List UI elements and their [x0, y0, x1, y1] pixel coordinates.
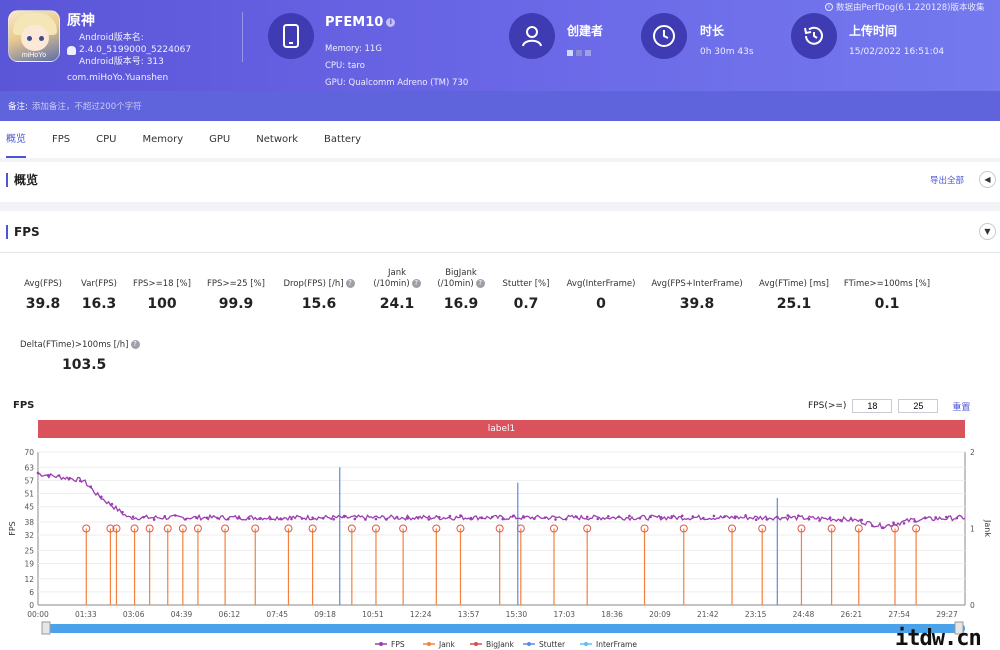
metric-stutter: Stutter [%] 0.7: [502, 279, 550, 312]
header-divider: [242, 12, 243, 62]
notes-bar: 备注: 添加备注，不超过200个字符: [0, 91, 1000, 121]
app-name: 原神: [67, 13, 95, 29]
duration-value: 0h 30m 43s: [700, 47, 754, 57]
tab-battery[interactable]: Battery: [324, 121, 361, 158]
tab-cpu[interactable]: CPU: [96, 121, 116, 158]
creator-title: 创建者: [567, 24, 604, 38]
notes-label: 备注:: [8, 102, 28, 112]
metric-bigjank: BigJank (/10min)? 16.9: [432, 268, 490, 312]
overview-title: 概览: [6, 173, 38, 187]
device-name: PFEM10 i: [325, 15, 396, 30]
android-icon: [67, 45, 76, 55]
upload-value: 15/02/2022 16:51:04: [849, 47, 945, 57]
device-cpu: CPU: taro: [325, 61, 365, 71]
package-name: com.miHoYo.Yuanshen: [67, 73, 169, 83]
metric-avg-interframe: Avg(InterFrame) 0: [566, 279, 636, 312]
metric-var-fps: Var(FPS) 16.3: [81, 279, 117, 312]
user-icon: [509, 13, 555, 59]
report-header: miHoYo 原神 Android版本名: 2.4.0_5199000_5224…: [0, 0, 1000, 91]
collapse-down-icon[interactable]: ▼: [979, 223, 996, 240]
app-icon-brand: miHoYo: [21, 52, 47, 59]
metric-drop-fps: Drop(FPS) [/h]? 15.6: [279, 279, 359, 312]
overview-section: 概览 导出全部 ◀: [0, 162, 1000, 202]
android-version-label: Android版本名:: [79, 33, 144, 43]
threshold-label: FPS(>=): [808, 401, 847, 411]
fps-section-title: FPS: [6, 225, 40, 239]
android-build: Android版本号: 313: [79, 57, 164, 67]
duration-title: 时长: [700, 24, 725, 38]
creator-value: [567, 50, 591, 56]
reset-button[interactable]: 重置: [952, 400, 970, 413]
help-icon[interactable]: ?: [411, 279, 421, 288]
metric-ftime-100: FTime>=100ms [%] 0.1: [843, 279, 931, 312]
android-info: Android版本名: 2.4.0_5199000_5224067 Androi…: [67, 32, 191, 68]
tab-fps[interactable]: FPS: [52, 121, 70, 158]
label-bar[interactable]: label1: [38, 420, 965, 438]
watermark: itdw.cn: [895, 626, 982, 650]
notes-input[interactable]: 添加备注，不超过200个字符: [32, 100, 142, 112]
device-gpu: GPU: Qualcomm Adreno (TM) 730: [325, 78, 469, 88]
tab-bar: 概览 FPS CPU Memory GPU Network Battery: [0, 121, 1000, 158]
tab-overview[interactable]: 概览: [6, 121, 26, 158]
metric-fps-18: FPS>=18 [%] 100: [133, 279, 191, 312]
threshold-input-1[interactable]: [852, 399, 893, 413]
metric-fps-25: FPS>=25 [%] 99.9: [207, 279, 265, 312]
device-meta: Memory: 11G CPU: taro GPU: Qualcomm Adre…: [325, 41, 468, 92]
metric-avg-fps-interframe: Avg(FPS+InterFrame) 39.8: [651, 279, 743, 312]
metric-delta-ftime: Delta(FTime)>100ms [/h]? 103.5: [20, 340, 142, 373]
device-memory: Memory: 11G: [325, 44, 382, 54]
fps-threshold: FPS(>=) 重置: [808, 399, 970, 413]
section-divider: [0, 252, 1000, 253]
metric-avg-fps: Avg(FPS) 39.8: [24, 279, 62, 312]
phone-icon: [268, 13, 314, 59]
info-circle-icon: i: [825, 3, 833, 11]
threshold-input-2[interactable]: [898, 399, 939, 413]
help-icon[interactable]: ?: [345, 279, 355, 288]
export-all-link[interactable]: 导出全部: [930, 174, 964, 186]
clock-icon: [641, 13, 687, 59]
chart-title: FPS: [13, 400, 35, 411]
source-note: i 数据由PerfDog(6.1.220128)版本收集: [825, 1, 984, 13]
history-icon: [791, 13, 837, 59]
help-icon[interactable]: ?: [475, 279, 485, 288]
tab-network[interactable]: Network: [256, 121, 298, 158]
tab-memory[interactable]: Memory: [142, 121, 183, 158]
upload-title: 上传时间: [849, 24, 898, 38]
metric-avg-ftime: Avg(FTime) [ms] 25.1: [759, 279, 829, 312]
tab-gpu[interactable]: GPU: [209, 121, 230, 158]
help-icon[interactable]: ?: [130, 340, 140, 349]
app-icon: miHoYo: [8, 10, 60, 62]
info-icon[interactable]: i: [386, 18, 396, 27]
metric-jank: Jank (/10min)? 24.1: [369, 268, 425, 312]
collapse-left-icon[interactable]: ◀: [979, 171, 996, 188]
android-version: 2.4.0_5199000_5224067: [79, 45, 192, 55]
